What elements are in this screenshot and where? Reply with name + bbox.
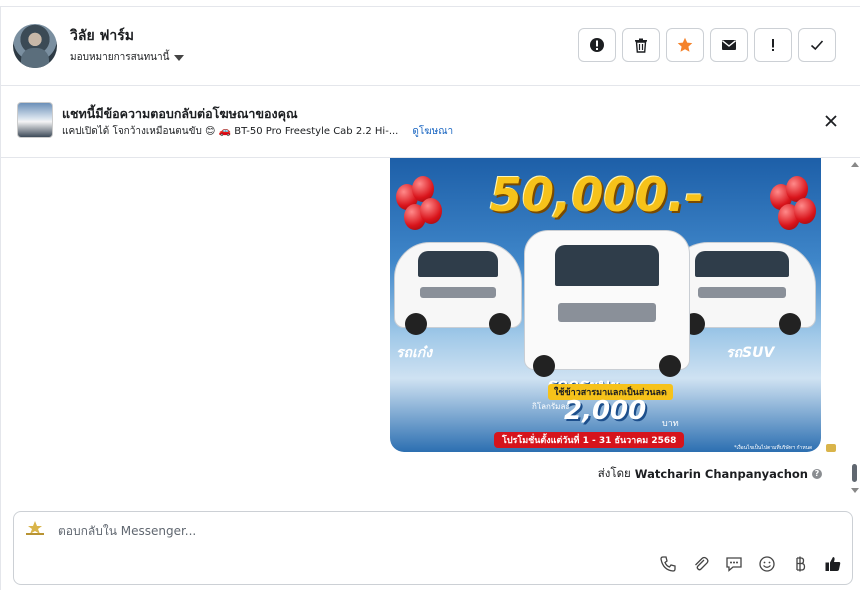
like-button[interactable] <box>823 554 842 573</box>
thumbs-up-icon <box>825 556 840 571</box>
ad-reply-banner: แชทนี้มีข้อความตอบกลับต่อโฆษณาของคุณ แคป… <box>0 86 860 158</box>
attach-button[interactable] <box>691 554 710 573</box>
thread-scrollbar[interactable] <box>849 158 860 498</box>
ad-banner-title: แชทนี้มีข้อความตอบกลับต่อโฆษณาของคุณ <box>62 106 298 121</box>
sedan-car-image <box>394 242 522 335</box>
message-image[interactable]: 50,000.- รถเก๋ง รถSUV รถกระบะ ใช้ข้าวสาร… <box>390 158 821 452</box>
contact-avatar[interactable] <box>13 24 57 68</box>
page-logo-icon <box>826 444 836 452</box>
follow-up-button[interactable] <box>666 28 704 62</box>
trash-icon <box>635 38 647 53</box>
delete-button[interactable] <box>622 28 660 62</box>
star-icon <box>677 37 693 52</box>
sender-name[interactable]: Watcharin Chanpanyachon <box>635 467 808 481</box>
ad-thumbnail[interactable] <box>17 102 53 138</box>
sent-by-label: ส่งโดย <box>597 466 631 480</box>
baht-icon <box>795 556 805 571</box>
caret-down-icon <box>174 54 185 61</box>
suv-car-image <box>668 242 816 335</box>
payment-button[interactable] <box>790 554 809 573</box>
saved-replies-button[interactable] <box>724 554 743 573</box>
promo-price: 2,000 <box>564 396 647 426</box>
promo-period: โปรโมชั่นตั้งแต่วันที่ 1 - 31 ธันวาคม 25… <box>494 432 685 448</box>
reply-input[interactable] <box>58 524 658 538</box>
composer-tools <box>658 554 842 573</box>
emoji-button[interactable] <box>757 554 776 573</box>
chat-bubble-icon <box>725 556 742 572</box>
scroll-up-arrow-icon[interactable] <box>851 162 859 167</box>
envelope-icon <box>722 40 736 50</box>
close-icon[interactable] <box>822 112 840 130</box>
checkmark-icon <box>810 40 824 51</box>
page-logo-icon <box>26 521 44 535</box>
alert-circle-icon <box>590 38 604 52</box>
mark-done-button[interactable] <box>798 28 836 62</box>
smiley-icon <box>758 555 775 572</box>
sedan-label: รถเก๋ง <box>396 345 433 361</box>
pickup-truck-image <box>524 230 690 377</box>
conversation-actions <box>578 28 836 62</box>
price-unit: บาท <box>662 419 679 429</box>
phone-icon <box>659 555 676 572</box>
view-ad-link[interactable]: ดูโฆษณา <box>412 124 453 139</box>
reply-composer <box>13 511 853 585</box>
sent-by-line: ส่งโดย Watcharin Chanpanyachon ? <box>598 465 822 483</box>
message-thread[interactable]: 50,000.- รถเก๋ง รถSUV รถกระบะ ใช้ข้าวสาร… <box>0 158 860 510</box>
help-icon[interactable]: ? <box>812 469 822 479</box>
ad-banner-subtitle-row: แคปเปิดได้ โจกว้างเหมือนตนขับ 😊 🚗 BT-50 … <box>62 124 453 139</box>
scroll-thumb[interactable] <box>852 464 857 482</box>
assign-conversation-dropdown[interactable]: มอบหมายการสนทนานี้ <box>70 50 185 65</box>
priority-button[interactable] <box>754 28 792 62</box>
balloon-decoration <box>794 198 816 224</box>
scroll-down-arrow-icon[interactable] <box>851 488 859 493</box>
contact-name[interactable]: วิลัย ฟาร์ม <box>70 25 134 47</box>
exclamation-icon <box>772 39 774 51</box>
fine-print: *เงื่อนไขเป็นไปตามที่บริษัทฯ กำหนด <box>734 445 813 451</box>
assign-label: มอบหมายการสนทนานี้ <box>70 52 170 63</box>
ad-banner-subtitle: แคปเปิดได้ โจกว้างเหมือนตนขับ 😊 🚗 BT-50 … <box>62 126 399 137</box>
call-button[interactable] <box>658 554 677 573</box>
promo-amount: 50,000.- <box>490 168 705 222</box>
conversation-header: วิลัย ฟาร์ม มอบหมายการสนทนานี้ <box>0 6 860 86</box>
mark-spam-button[interactable] <box>578 28 616 62</box>
balloon-decoration <box>420 198 442 224</box>
suv-label: รถSUV <box>726 345 775 361</box>
paperclip-icon <box>694 556 709 570</box>
mark-unread-button[interactable] <box>710 28 748 62</box>
